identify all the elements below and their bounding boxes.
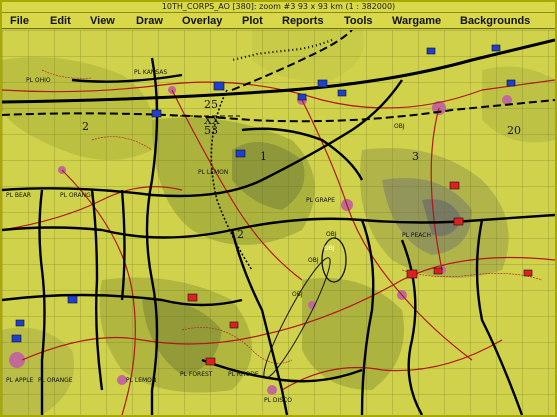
menu-plot[interactable]: Plot — [242, 13, 263, 29]
menu-file[interactable]: File — [10, 13, 29, 29]
menu-reports[interactable]: Reports — [282, 13, 324, 29]
friendly-unit[interactable] — [15, 319, 25, 327]
friendly-unit[interactable] — [491, 44, 501, 52]
label-pl-orange: PL ORANGE — [60, 192, 95, 199]
label-pl-ohio: PL OHIO — [26, 77, 51, 84]
application-window: 10TH_CORPS_AO [380]: zoom #3 93 x 93 km … — [0, 0, 557, 417]
objective-label: OBJ — [308, 257, 319, 264]
label-pl-rhode: PL RHODE — [228, 371, 259, 378]
enemy-unit[interactable] — [205, 357, 216, 366]
friendly-unit[interactable] — [506, 79, 516, 87]
friendly-unit[interactable] — [317, 79, 328, 88]
friendly-unit[interactable] — [67, 295, 78, 304]
friendly-unit[interactable] — [11, 334, 22, 343]
enemy-unit[interactable] — [449, 181, 460, 190]
label-pl-apple: PL APPLE — [6, 377, 34, 384]
menu-view[interactable]: View — [90, 13, 115, 29]
objective-label: OBJ — [326, 231, 337, 238]
label-pl-kansas: PL KANSAS — [134, 69, 167, 76]
friendly-unit[interactable] — [426, 47, 436, 55]
enemy-unit[interactable] — [406, 269, 418, 279]
friendly-unit[interactable] — [151, 109, 162, 118]
label-pl-disco: PL DISCO — [264, 397, 292, 404]
label-pl-bear: PL BEAR — [6, 192, 31, 199]
menu-tools[interactable]: Tools — [344, 13, 373, 29]
map-canvas[interactable]: 25 XX 53 PL OHIO PL KANSAS PL BEAR PL OR… — [2, 30, 555, 415]
division-number-bottom: 53 — [204, 124, 218, 137]
label-pl-orange-2: PL ORANGE — [38, 377, 73, 384]
label-pl-lemon: PL LEMON — [198, 169, 228, 176]
sector-number: 20 — [507, 124, 521, 137]
menu-draw[interactable]: Draw — [136, 13, 163, 29]
label-pl-peach: PL PEACH — [402, 232, 431, 239]
friendly-unit[interactable] — [337, 89, 347, 97]
title-bar[interactable]: 10TH_CORPS_AO [380]: zoom #3 93 x 93 km … — [2, 2, 555, 13]
enemy-unit[interactable] — [187, 293, 198, 302]
enemy-unit[interactable] — [229, 321, 239, 329]
label-pl-forest: PL FOREST — [180, 371, 213, 378]
menu-wargame[interactable]: Wargame — [392, 13, 441, 29]
menu-bar: File Edit View Draw Overlay Plot Reports… — [2, 13, 555, 29]
friendly-unit[interactable] — [297, 93, 307, 101]
objective-label: OBJ — [394, 123, 405, 130]
sector-number: 2 — [237, 228, 244, 241]
menu-backgrounds[interactable]: Backgrounds — [460, 13, 530, 29]
sector-number: 1 — [260, 150, 267, 163]
enemy-unit[interactable] — [453, 217, 464, 226]
objective-label: OBJ — [324, 245, 335, 252]
sector-number: 2 — [82, 120, 89, 133]
label-pl-grape: PL GRAPE — [306, 197, 335, 204]
window-title: 10TH_CORPS_AO [380]: zoom #3 93 x 93 km … — [161, 2, 396, 11]
enemy-unit[interactable] — [523, 269, 533, 277]
enemy-unit[interactable] — [433, 267, 443, 275]
division-number-top: 25 — [204, 98, 218, 111]
menu-edit[interactable]: Edit — [50, 13, 71, 29]
friendly-unit[interactable] — [235, 149, 246, 158]
friendly-unit[interactable] — [213, 81, 225, 91]
label-pl-lemon-2: PL LEMON — [126, 377, 156, 384]
objective-label: OBJ — [292, 291, 303, 298]
sector-number: 3 — [412, 150, 419, 163]
menu-overlay[interactable]: Overlay — [182, 13, 222, 29]
